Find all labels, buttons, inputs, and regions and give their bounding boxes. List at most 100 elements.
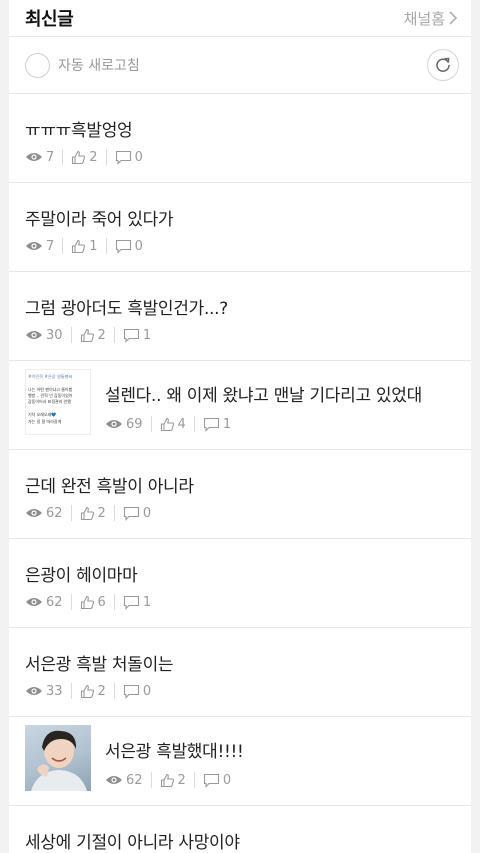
meta-divider	[62, 149, 64, 165]
eye-icon	[26, 153, 42, 161]
thumbs-up-icon[interactable]	[80, 328, 95, 343]
meta-divider	[193, 416, 195, 432]
channel-home-link[interactable]: 채널홈	[404, 8, 459, 29]
comment-count: 0	[134, 238, 143, 254]
meta-divider	[113, 683, 115, 699]
meta-divider	[193, 772, 195, 788]
channel-home-label: 채널홈	[403, 9, 445, 28]
view-count: 30	[46, 327, 63, 343]
meta-divider	[150, 772, 152, 788]
post-item[interactable]: 서은광 흑발 처돌이는 33 2 0	[9, 628, 471, 717]
eye-icon	[26, 331, 42, 339]
post-item[interactable]: #이민혁 #은광 영통팬싸 나는 어떤 팬이냐고 물어봤 행방 .. 민혁 넌 …	[9, 361, 471, 450]
thumbs-up-icon[interactable]	[160, 417, 175, 432]
post-title[interactable]: 서은광 흑발 처돌이는	[25, 650, 174, 675]
thumb-text-line: 기차 오래오래💙	[28, 411, 56, 417]
view-count: 7	[46, 149, 55, 165]
post-item[interactable]: 세상에 기절이 아니라 사망이야	[9, 806, 471, 853]
auto-refresh-checkbox[interactable]	[25, 52, 50, 78]
meta-divider	[105, 238, 107, 254]
comment-icon[interactable]	[203, 773, 220, 788]
post-item[interactable]: 서은광 흑발했대!!!! 62 2 0	[9, 717, 471, 806]
comment-count: 1	[222, 416, 232, 432]
post-item[interactable]: 근데 완전 흑발이 아니라 62 2 0	[9, 450, 471, 539]
comment-icon[interactable]	[123, 506, 140, 521]
latest-posts-panel: 최신글 채널홈 자동 새로고침 ㅠㅠㅠ흑발엉엉 7 2 0 주말이라 죽어 있다…	[9, 0, 471, 853]
thumb-text-line: 가는 길 잘 따라갈게	[28, 418, 62, 424]
thumb-text-line: 나는 어떤 팬이냐고 물어봤	[28, 386, 73, 392]
comment-count: 1	[142, 594, 152, 610]
post-item[interactable]: 주말이라 죽어 있다가 7 1 0	[9, 183, 471, 272]
comment-count: 1	[142, 327, 152, 343]
thumbs-up-icon[interactable]	[80, 506, 95, 521]
like-count: 2	[97, 683, 106, 699]
auto-refresh-toggle[interactable]: 자동 새로고침	[25, 52, 140, 78]
post-thumbnail[interactable]	[25, 725, 91, 791]
meta-divider	[70, 327, 72, 343]
view-count: 62	[46, 594, 63, 610]
meta-divider	[150, 416, 152, 432]
like-count: 2	[97, 327, 106, 343]
post-meta: 62 2 0	[25, 505, 151, 521]
meta-divider	[113, 327, 115, 343]
post-item[interactable]: 은광이 헤이마마 62 6 1	[9, 539, 471, 628]
post-title[interactable]: 은광이 헤이마마	[25, 561, 138, 586]
meta-divider	[105, 149, 107, 165]
post-meta: 7 2 0	[25, 149, 143, 165]
thumbs-up-icon[interactable]	[71, 150, 86, 165]
thumbs-up-icon[interactable]	[80, 595, 95, 610]
comment-count: 0	[142, 505, 152, 521]
post-title[interactable]: 설렌다.. 왜 이제 왔냐고 맨날 기다리고 있었대	[105, 381, 422, 406]
post-title[interactable]: 그럼 광아더도 흑발인건가...?	[25, 294, 228, 319]
eye-icon	[26, 509, 42, 517]
post-thumbnail[interactable]: #이민혁 #은광 영통팬싸 나는 어떤 팬이냐고 물어봤 행방 .. 민혁 넌 …	[25, 369, 91, 435]
thumbs-up-icon[interactable]	[71, 239, 86, 254]
post-title[interactable]: 주말이라 죽어 있다가	[25, 205, 174, 230]
post-meta: 62 2 0	[105, 772, 231, 788]
comment-icon[interactable]	[123, 595, 140, 610]
meta-divider	[62, 238, 64, 254]
comment-icon[interactable]	[203, 417, 220, 432]
eye-icon	[26, 687, 42, 695]
view-count: 33	[46, 683, 63, 699]
eye-icon	[106, 776, 122, 784]
meta-divider	[70, 505, 72, 521]
meta-divider	[70, 683, 72, 699]
like-count: 2	[97, 505, 106, 521]
comment-icon[interactable]	[115, 239, 132, 254]
like-count: 2	[177, 772, 186, 788]
panel-header: 최신글 채널홈	[9, 0, 471, 37]
post-meta: 7 1 0	[25, 238, 143, 254]
refresh-button[interactable]	[427, 49, 459, 81]
post-thumbnail-image: #이민혁 #은광 영통팬싸 나는 어떤 팬이냐고 물어봤 행방 .. 민혁 넌 …	[28, 373, 73, 424]
comment-icon[interactable]	[123, 684, 140, 699]
post-item[interactable]: ㅠㅠㅠ흑발엉엉 7 2 0	[9, 94, 471, 183]
thumbs-up-icon[interactable]	[160, 773, 175, 788]
view-count: 69	[126, 416, 143, 432]
post-item[interactable]: 그럼 광아더도 흑발인건가...? 30 2 1	[9, 272, 471, 361]
post-meta: 33 2 0	[25, 683, 151, 699]
post-thumbnail-image	[31, 730, 87, 791]
auto-refresh-row: 자동 새로고침	[9, 37, 471, 94]
post-meta: 30 2 1	[25, 327, 151, 343]
comment-icon[interactable]	[123, 328, 140, 343]
panel-title: 최신글	[25, 9, 74, 30]
post-meta: 62 6 1	[25, 594, 151, 610]
like-count: 2	[89, 149, 98, 165]
meta-divider	[113, 505, 115, 521]
like-count: 4	[177, 416, 186, 432]
auto-refresh-label: 자동 새로고침	[58, 58, 140, 74]
comment-icon[interactable]	[115, 150, 132, 165]
post-title[interactable]: 서은광 흑발했대!!!!	[105, 737, 244, 762]
post-meta: 69 4 1	[105, 416, 231, 432]
thumbs-up-icon[interactable]	[80, 684, 95, 699]
thumb-text-line: #이민혁 #은광 영통팬싸	[28, 373, 73, 380]
like-count: 6	[97, 594, 106, 610]
eye-icon	[106, 420, 122, 428]
post-title[interactable]: 세상에 기절이 아니라 사망이야	[25, 828, 240, 853]
post-title[interactable]: ㅠㅠㅠ흑발엉엉	[25, 116, 133, 141]
thumb-text-line: 행방 .. 민혁 넌 감동이었어	[28, 392, 73, 398]
meta-divider	[70, 594, 72, 610]
meta-divider	[113, 594, 115, 610]
post-title[interactable]: 근데 완전 흑발이 아니라	[25, 472, 194, 497]
